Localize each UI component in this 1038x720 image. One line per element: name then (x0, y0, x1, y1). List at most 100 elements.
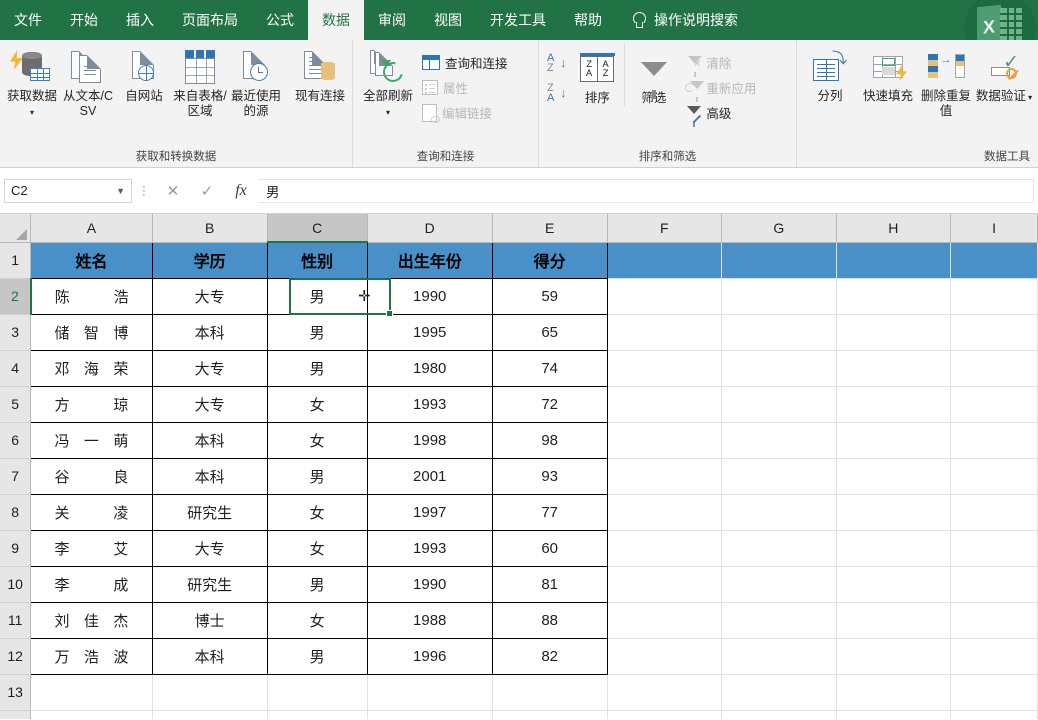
row-header-5[interactable]: 5 (0, 386, 32, 423)
cell-i2[interactable] (950, 278, 1038, 315)
cell-e14[interactable] (492, 710, 608, 719)
cell-d14[interactable] (367, 710, 493, 719)
cell-a7[interactable]: 谷良 (30, 458, 153, 495)
cell-g9[interactable] (721, 530, 837, 567)
cell-a13[interactable] (30, 674, 153, 711)
row-header-3[interactable]: 3 (0, 314, 32, 351)
column-header-i[interactable]: I (950, 214, 1038, 243)
cell-a14[interactable] (30, 710, 153, 719)
cell-i6[interactable] (950, 422, 1038, 459)
cell-g7[interactable] (721, 458, 837, 495)
cell-i4[interactable] (950, 350, 1038, 387)
cell-e4[interactable]: 74 (492, 350, 608, 387)
cell-f11[interactable] (607, 602, 723, 639)
advanced-filter-button[interactable]: 高级 (682, 101, 761, 127)
tab-help[interactable]: 帮助 (560, 0, 616, 40)
cell-d13[interactable] (367, 674, 493, 711)
cell-a2[interactable]: 陈浩 (30, 278, 153, 315)
cell-c13[interactable] (267, 674, 368, 711)
cell-i5[interactable] (950, 386, 1038, 423)
cell-f14[interactable] (607, 710, 723, 719)
cell-f3[interactable] (607, 314, 723, 351)
cell-f10[interactable] (607, 566, 723, 603)
cell-g4[interactable] (721, 350, 837, 387)
cell-i10[interactable] (950, 566, 1038, 603)
cell-e10[interactable]: 81 (492, 566, 608, 603)
cell-g8[interactable] (721, 494, 837, 531)
tab-view[interactable]: 视图 (420, 0, 476, 40)
remove-duplicates-button[interactable]: → 删除重复值 (917, 43, 975, 120)
cell-i1[interactable] (950, 242, 1038, 279)
cell-h12[interactable] (836, 638, 952, 675)
column-header-c[interactable]: C (267, 214, 368, 243)
cell-i3[interactable] (950, 314, 1038, 351)
row-header-4[interactable]: 4 (0, 350, 32, 387)
cell-e6[interactable]: 98 (492, 422, 608, 459)
cell-f6[interactable] (607, 422, 723, 459)
cell-g5[interactable] (721, 386, 837, 423)
cell-g14[interactable] (721, 710, 837, 719)
cell-e9[interactable]: 60 (492, 530, 608, 567)
cell-h13[interactable] (836, 674, 952, 711)
cell-e8[interactable]: 77 (492, 494, 608, 531)
sort-ascending-button[interactable]: A Z ↓ (547, 52, 566, 73)
cell-g3[interactable] (721, 314, 837, 351)
insert-function-icon[interactable]: fx (224, 178, 258, 203)
cell-d9[interactable]: 1993 (367, 530, 493, 567)
existing-connections-button[interactable]: 现有连接 (292, 43, 348, 104)
cell-a4[interactable]: 邓海荣 (30, 350, 153, 387)
cell-h14[interactable] (836, 710, 952, 719)
flash-fill-button[interactable]: 快速填充 (859, 43, 917, 104)
cell-i14[interactable] (950, 710, 1038, 719)
column-header-f[interactable]: F (607, 214, 723, 243)
cell-a1[interactable]: 姓名 (30, 241, 153, 279)
cell-i11[interactable] (950, 602, 1038, 639)
sort-descending-button[interactable]: Z A ↓ (547, 83, 566, 104)
column-header-g[interactable]: G (721, 214, 837, 243)
cell-f8[interactable] (607, 494, 723, 531)
cell-i8[interactable] (950, 494, 1038, 531)
cell-b8[interactable]: 研究生 (152, 494, 268, 531)
row-header-14[interactable]: 14 (0, 710, 32, 719)
cell-f1[interactable] (607, 242, 723, 279)
cell-i13[interactable] (950, 674, 1038, 711)
chevron-down-icon[interactable]: ▼ (116, 186, 125, 196)
row-header-6[interactable]: 6 (0, 422, 32, 459)
cell-a6[interactable]: 冯一萌 (30, 422, 153, 459)
cell-h7[interactable] (836, 458, 952, 495)
cell-b13[interactable] (152, 674, 268, 711)
cell-e7[interactable]: 93 (492, 458, 608, 495)
cell-b14[interactable] (152, 710, 268, 719)
cell-c3[interactable]: 男 (267, 314, 368, 351)
select-all-corner[interactable] (0, 214, 32, 243)
cell-c4[interactable]: 男 (267, 350, 368, 387)
data-validation-button[interactable]: ✓ 数据验证 ▾ (975, 43, 1033, 104)
cell-e12[interactable]: 82 (492, 638, 608, 675)
name-box[interactable]: C2 ▼ (4, 178, 132, 203)
tab-insert[interactable]: 插入 (112, 0, 168, 40)
cell-f7[interactable] (607, 458, 723, 495)
cell-b10[interactable]: 研究生 (152, 566, 268, 603)
cell-b12[interactable]: 本科 (152, 638, 268, 675)
cell-f13[interactable] (607, 674, 723, 711)
cell-f4[interactable] (607, 350, 723, 387)
row-header-2[interactable]: 2 (0, 278, 32, 315)
cell-a5[interactable]: 方琼 (30, 386, 153, 423)
cell-d8[interactable]: 1997 (367, 494, 493, 531)
cell-c14[interactable] (267, 710, 368, 719)
row-header-10[interactable]: 10 (0, 566, 32, 603)
cell-c8[interactable]: 女 (267, 494, 368, 531)
cell-a9[interactable]: 李艾 (30, 530, 153, 567)
tab-home[interactable]: 开始 (56, 0, 112, 40)
cell-g12[interactable] (721, 638, 837, 675)
tab-file[interactable]: 文件 (0, 0, 56, 40)
cell-g11[interactable] (721, 602, 837, 639)
queries-connections-button[interactable]: 查询和连接 (419, 51, 513, 74)
tab-developer[interactable]: 开发工具 (476, 0, 560, 40)
cell-d4[interactable]: 1980 (367, 350, 493, 387)
from-web-button[interactable]: 自网站 (116, 43, 172, 104)
cell-d6[interactable]: 1998 (367, 422, 493, 459)
formula-bar-grip[interactable]: ⋮ (136, 184, 152, 197)
row-header-7[interactable]: 7 (0, 458, 32, 495)
column-header-a[interactable]: A (30, 214, 153, 243)
